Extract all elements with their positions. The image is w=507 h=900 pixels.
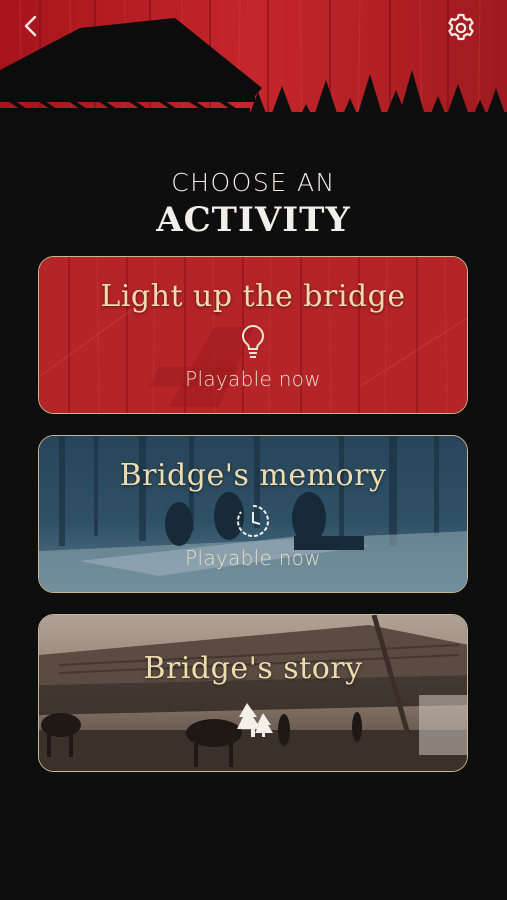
activity-card-bridges-memory[interactable]: Bridge's memory Playable now xyxy=(38,435,468,593)
heading-line-1: CHOOSE AN xyxy=(171,168,336,197)
activity-title: Light up the bridge xyxy=(100,279,406,314)
bridge-forest-silhouette xyxy=(0,0,507,160)
clock-icon xyxy=(237,505,269,537)
trees-icon xyxy=(237,703,273,737)
activity-title: Bridge's memory xyxy=(119,458,387,493)
app-screen: CHOOSE AN ACTIVITY Light up the bridge P… xyxy=(0,0,507,900)
page-heading: CHOOSE AN ACTIVITY xyxy=(0,166,507,240)
activity-card-light-up-the-bridge[interactable]: Light up the bridge Playable now xyxy=(38,256,468,414)
chevron-left-icon xyxy=(24,15,37,37)
activity-icon xyxy=(234,502,272,540)
activity-icon xyxy=(231,701,275,741)
gear-icon xyxy=(448,13,474,41)
header-banner xyxy=(0,0,507,160)
activity-card-bridges-story[interactable]: Bridge's story xyxy=(38,614,468,772)
activity-status: Playable now xyxy=(185,546,321,570)
lightbulb-icon xyxy=(242,324,264,358)
activity-icon xyxy=(239,323,267,361)
historic-photo-background xyxy=(39,615,467,771)
heading-line-2: ACTIVITY xyxy=(156,200,351,240)
settings-button[interactable] xyxy=(445,12,479,46)
activity-status: Playable now xyxy=(185,367,321,391)
back-button[interactable] xyxy=(22,14,50,42)
activity-title: Bridge's story xyxy=(143,651,363,686)
